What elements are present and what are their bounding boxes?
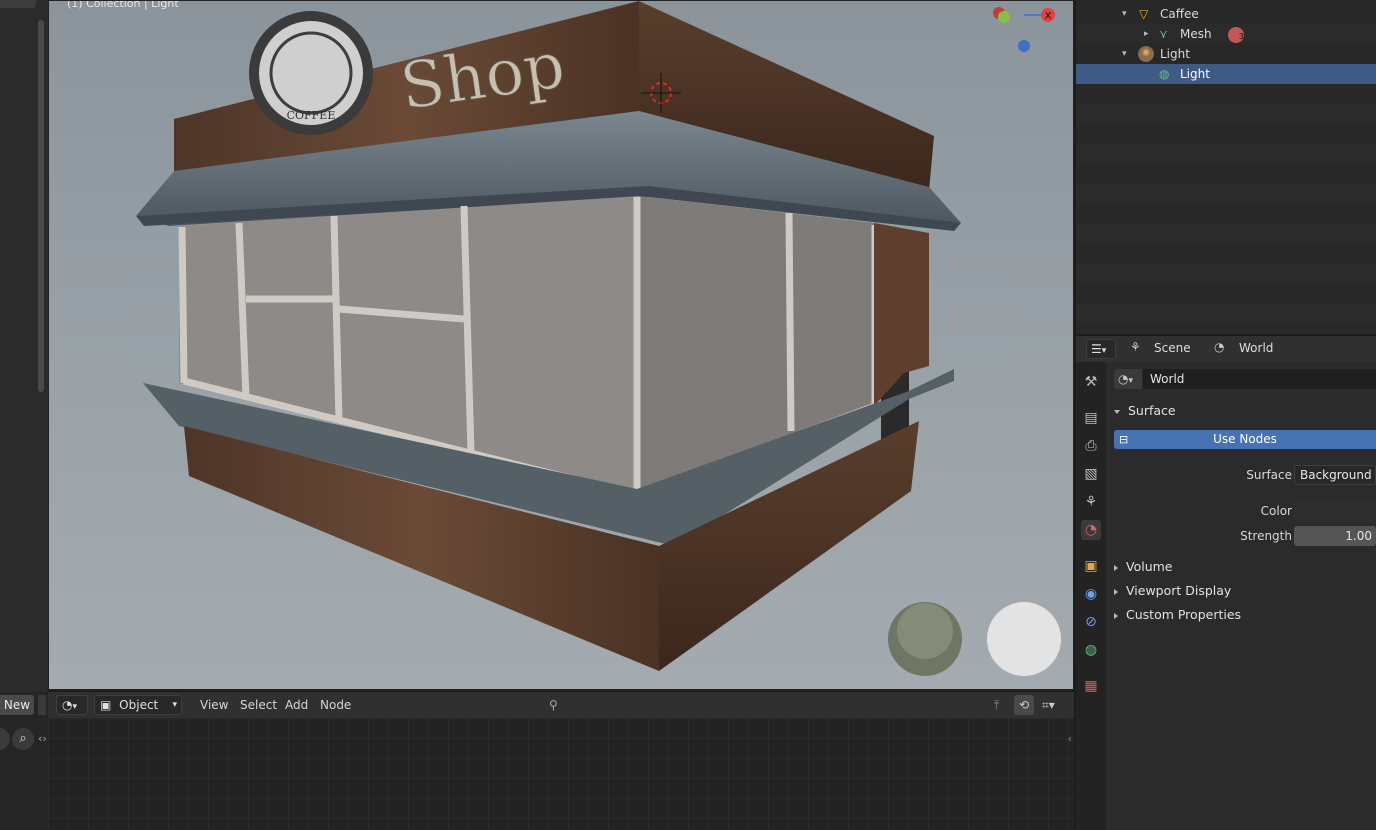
material-preview-sphere [987,602,1061,676]
chevron-down-icon: ▾ [72,702,78,712]
toolbar-scrollbar[interactable] [38,20,44,392]
properties-editor-dropdown[interactable]: ☰▾ [1086,339,1116,359]
expand-arrow-icon[interactable]: ▾ [1122,44,1127,64]
properties-icon: ☰ [1091,342,1102,356]
menu-add[interactable]: Add [279,695,314,715]
world-icon: ◔ [1118,372,1129,386]
mesh-icon: ⋎ [1159,27,1168,41]
surface-panel-title: Surface [1128,403,1176,418]
color-swatch[interactable] [1294,501,1376,521]
output-tab-icon[interactable]: ⎙ [1081,436,1101,456]
menu-view[interactable]: View [194,695,234,715]
outliner-row-caffee[interactable]: ▾ ▽ Caffee [1076,4,1376,24]
node-editor-canvas[interactable]: ‹ [48,718,1074,830]
outliner: ▾ ▽ Caffee ▸ ⋎ Mesh 3 ▾ ✺ Light ◍ Light [1076,0,1376,334]
material-badge-icon: 3 [1228,27,1244,43]
toolbar-top-button[interactable] [0,0,36,8]
breadcrumb-world[interactable]: World [1239,341,1273,355]
use-nodes-button[interactable]: ⊟ Use Nodes [1114,430,1376,449]
outliner-row-light-data[interactable]: ◍ Light [1076,64,1376,84]
object-icon: ▣ [100,698,112,712]
expand-arrow-icon [1114,588,1118,595]
pin-icon[interactable]: ⚲ [543,695,564,715]
expand-arrow-icon [1114,564,1118,571]
expand-arrow-icon [1114,612,1118,619]
pan-button[interactable] [0,728,10,750]
scene-tab-icon[interactable]: ⚘ [1081,492,1101,512]
parent-node-icon[interactable]: ⤒ [988,695,1005,715]
strength-label: Strength [1240,529,1292,543]
collapse-arrows-icon[interactable]: ‹› [38,732,47,745]
sidebar-toggle-icon[interactable]: ‹ [1068,732,1072,745]
editor-type-dropdown[interactable]: ◔▾ [56,695,88,715]
world-tab-icon[interactable]: ◔ [1081,520,1101,540]
strength-field[interactable]: 1.00 [1294,526,1376,546]
expand-arrow-icon[interactable]: ▸ [1144,24,1149,44]
view-layer-tab-icon[interactable]: ▧ [1081,464,1101,484]
custom-properties-panel-header[interactable]: Custom Properties [1114,607,1241,622]
surface-label: Surface [1246,468,1292,482]
volume-panel-header[interactable]: Volume [1114,559,1173,574]
outliner-row-mesh[interactable]: ▸ ⋎ Mesh 3 [1076,24,1376,44]
snap-icon[interactable]: ⟲ [1014,695,1034,715]
left-bottom-area: New ⌕ ‹› [0,692,48,830]
expand-arrow-icon[interactable]: ▾ [1122,4,1127,24]
light-data-icon: ◍ [1159,67,1170,81]
custom-properties-panel-title: Custom Properties [1126,607,1242,622]
viewport-display-panel-header[interactable]: Viewport Display [1114,583,1231,598]
world-icon: ◔ [1214,340,1225,354]
node-tree-icon: ⊟ [1119,433,1129,446]
outliner-label: Light [1160,47,1190,61]
node-editor-header: ◔▾ ▣ Object ▾ View Select Add Node ⚲ ⤒ ⟲… [48,692,1074,719]
outliner-label: Light [1180,67,1210,81]
surface-shader-dropdown[interactable]: Background [1294,465,1376,485]
breadcrumb-scene[interactable]: Scene [1154,341,1191,355]
browse-button[interactable] [38,695,46,715]
world-browse-button[interactable]: ◔▾ [1114,369,1142,389]
left-toolbar-strip [0,0,49,692]
collection-icon: ▽ [1139,7,1149,21]
light-object-icon: ✺ [1138,46,1154,62]
menu-select[interactable]: Select [234,695,283,715]
physics-tab-icon[interactable]: ◉ [1081,584,1101,604]
constraints-tab-icon[interactable]: ⊘ [1081,612,1101,632]
properties-body: ◔▾ World Surface ⊟ Use Nodes Surface Bac… [1106,362,1376,830]
chevron-down-icon: ▾ [1101,346,1107,356]
world-icon: ◔ [62,698,73,712]
shop-scene: COFFEE Shop X [136,1,1061,676]
world-name-field[interactable]: World [1143,369,1376,389]
scene-icon: ⚘ [1130,340,1141,354]
expand-arrow-icon [1114,409,1120,414]
new-button[interactable]: New [0,695,34,715]
properties-tabs: ⚒ ▤ ⎙ ▧ ⚘ ◔ ▣ ◉ ⊘ ◍ ▦ [1076,362,1106,830]
viewport-display-panel-title: Viewport Display [1126,583,1232,598]
surface-panel-header[interactable]: Surface [1114,403,1176,418]
navigation-gizmo[interactable]: X [993,7,1055,52]
use-nodes-label: Use Nodes [1213,432,1277,446]
object-mode-dropdown[interactable]: ▣ Object ▾ [94,695,182,715]
gizmo-x-label: X [1045,11,1052,22]
zoom-icon[interactable]: ⌕ [12,728,34,750]
outliner-label: Mesh [1180,27,1212,41]
3d-viewport[interactable]: (1) Collection | Light COFFEE Shop X [48,0,1074,690]
texture-tab-icon[interactable]: ▦ [1081,676,1101,696]
light-data-tab-icon[interactable]: ◍ [1081,640,1101,660]
material-badge-count: 3 [1238,32,1244,41]
tool-tab-icon[interactable]: ⚒ [1081,372,1101,392]
chevron-down-icon: ▾ [1128,376,1134,386]
chevron-down-icon: ▾ [172,700,177,710]
object-mode-label: Object [119,698,159,712]
overlay-dropdown-icon[interactable]: ⌗▾ [1036,695,1061,715]
volume-panel-title: Volume [1126,559,1173,574]
outliner-label: Caffee [1160,7,1199,21]
render-tab-icon[interactable]: ▤ [1081,408,1101,428]
coffee-sign-text: COFFEE [287,109,336,122]
outliner-row-light-object[interactable]: ▾ ✺ Light [1076,44,1376,64]
menu-node[interactable]: Node [314,695,357,715]
color-label: Color [1260,504,1292,518]
properties-header: ☰▾ ⚘ Scene ◔ World [1076,336,1376,362]
object-tab-icon[interactable]: ▣ [1081,556,1101,576]
